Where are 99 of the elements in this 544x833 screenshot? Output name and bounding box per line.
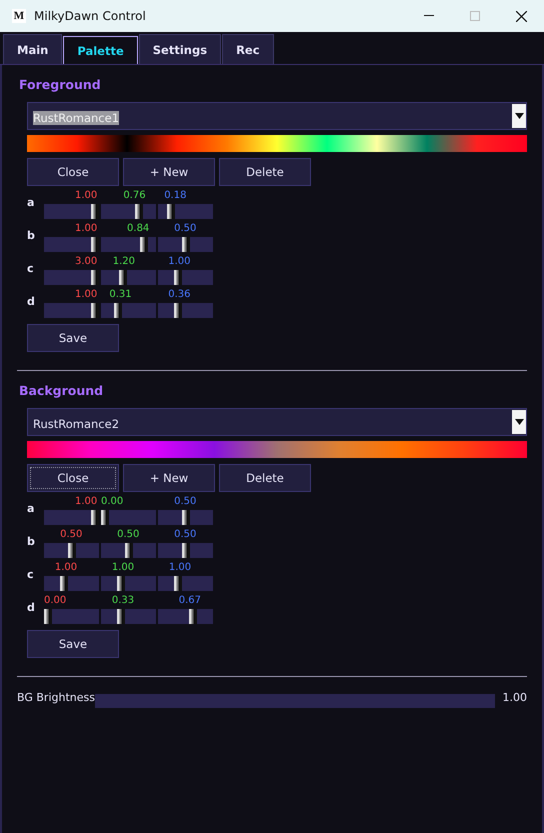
slider-thumb[interactable] bbox=[117, 609, 126, 624]
slider-value: 1.00 bbox=[168, 562, 192, 573]
slider-value: 0.33 bbox=[112, 595, 134, 606]
slider-value: 3.00 bbox=[75, 256, 98, 267]
slider[interactable] bbox=[44, 270, 99, 285]
slider-thumb[interactable] bbox=[140, 237, 148, 252]
slider-value: 0.50 bbox=[60, 529, 82, 540]
slider[interactable] bbox=[158, 270, 213, 285]
slider-value: 1.00 bbox=[75, 223, 98, 234]
slider-value: 1.00 bbox=[75, 190, 98, 201]
slider-thumb[interactable] bbox=[68, 543, 76, 558]
slider[interactable] bbox=[158, 609, 213, 624]
slider-value: 1.00 bbox=[75, 496, 98, 507]
delete-button[interactable]: Delete bbox=[219, 158, 311, 186]
slider[interactable] bbox=[44, 510, 99, 525]
slider-thumb[interactable] bbox=[174, 270, 182, 285]
slider-thumb[interactable] bbox=[182, 510, 190, 525]
slider-thumb[interactable] bbox=[118, 270, 127, 285]
slider[interactable] bbox=[158, 204, 213, 219]
tab[interactable]: Rec bbox=[222, 34, 274, 64]
brightness-label: BG Brightness bbox=[17, 691, 95, 706]
slider-thumb[interactable] bbox=[182, 543, 190, 558]
row-label: a bbox=[27, 502, 36, 517]
slider-value: 1.00 bbox=[168, 256, 190, 267]
close-button[interactable]: Close bbox=[27, 464, 119, 492]
slider-value: 0.50 bbox=[174, 529, 196, 540]
slider[interactable] bbox=[101, 303, 156, 318]
tab[interactable]: Main bbox=[3, 34, 62, 64]
window-title: MilkyDawn Control bbox=[34, 9, 147, 23]
slider-thumb[interactable] bbox=[134, 204, 143, 219]
close-button[interactable]: Close bbox=[27, 158, 119, 186]
save-button[interactable]: Save bbox=[27, 630, 119, 658]
slider-thumb[interactable] bbox=[91, 303, 99, 318]
tab[interactable]: Palette bbox=[63, 36, 138, 64]
delete-button[interactable]: Delete bbox=[219, 464, 311, 492]
slider[interactable] bbox=[158, 237, 213, 252]
slider-value: 0.67 bbox=[178, 595, 202, 606]
slider-thumb[interactable] bbox=[44, 609, 52, 624]
slider-value: 1.00 bbox=[54, 562, 78, 573]
slider[interactable] bbox=[101, 204, 156, 219]
row-label: c bbox=[27, 262, 35, 277]
new-button[interactable]: + New bbox=[123, 464, 215, 492]
slider-value: 0.00 bbox=[44, 595, 66, 606]
slider-value: 0.18 bbox=[164, 190, 186, 201]
slider[interactable] bbox=[101, 576, 156, 591]
slider[interactable] bbox=[101, 270, 156, 285]
row-label: a bbox=[27, 196, 36, 211]
slider-value: 0.31 bbox=[109, 289, 132, 300]
slider-thumb[interactable] bbox=[174, 576, 182, 591]
slider-value: 0.50 bbox=[174, 223, 196, 234]
slider-value: 0.36 bbox=[168, 289, 190, 300]
section-title: Foreground bbox=[18, 76, 102, 94]
slider-thumb[interactable] bbox=[167, 204, 176, 219]
slider-thumb[interactable] bbox=[101, 510, 109, 525]
row-label: d bbox=[27, 295, 36, 310]
slider-value: 1.00 bbox=[112, 562, 134, 573]
app-logo: M bbox=[12, 9, 26, 23]
row-label: c bbox=[27, 568, 35, 583]
slider-value: 0.50 bbox=[174, 496, 196, 507]
slider[interactable] bbox=[158, 510, 213, 525]
slider[interactable] bbox=[101, 237, 156, 252]
slider-value: 0.00 bbox=[101, 496, 124, 507]
slider-value: 1.00 bbox=[75, 289, 98, 300]
slider-thumb[interactable] bbox=[91, 204, 99, 219]
slider-value: 0.84 bbox=[127, 223, 150, 234]
new-button[interactable]: + New bbox=[123, 158, 215, 186]
slider[interactable] bbox=[44, 543, 99, 558]
slider-thumb[interactable] bbox=[114, 303, 122, 318]
slider-thumb[interactable] bbox=[91, 510, 99, 525]
save-button[interactable]: Save bbox=[27, 324, 119, 352]
slider-thumb[interactable] bbox=[60, 576, 68, 591]
slider-thumb[interactable] bbox=[174, 303, 182, 318]
brightness-value: 1.00 bbox=[502, 691, 527, 704]
slider-thumb[interactable] bbox=[125, 543, 134, 558]
row-label: d bbox=[27, 601, 36, 616]
slider-thumb[interactable] bbox=[117, 576, 126, 591]
slider[interactable] bbox=[101, 609, 156, 624]
slider-thumb[interactable] bbox=[182, 237, 190, 252]
slider-thumb[interactable] bbox=[91, 237, 99, 252]
slider-thumb[interactable] bbox=[189, 609, 198, 624]
slider[interactable] bbox=[44, 576, 99, 591]
slider[interactable] bbox=[44, 237, 99, 252]
row-label: b bbox=[27, 535, 36, 550]
section-title: Background bbox=[18, 382, 104, 400]
slider[interactable] bbox=[158, 303, 213, 318]
row-label: b bbox=[27, 229, 36, 244]
slider-value: 0.50 bbox=[117, 529, 140, 540]
slider[interactable] bbox=[158, 576, 213, 591]
slider-value: 1.20 bbox=[112, 256, 136, 267]
slider[interactable] bbox=[44, 204, 99, 219]
slider[interactable] bbox=[101, 510, 156, 525]
slider[interactable] bbox=[44, 303, 99, 318]
palette-dropdown[interactable]: RustRomance2 bbox=[27, 408, 527, 436]
slider[interactable] bbox=[101, 543, 156, 558]
slider[interactable] bbox=[158, 543, 213, 558]
slider-thumb[interactable] bbox=[91, 270, 99, 285]
tab[interactable]: Settings bbox=[138, 34, 222, 64]
slider[interactable] bbox=[44, 609, 99, 624]
slider-value: 0.76 bbox=[123, 190, 146, 201]
